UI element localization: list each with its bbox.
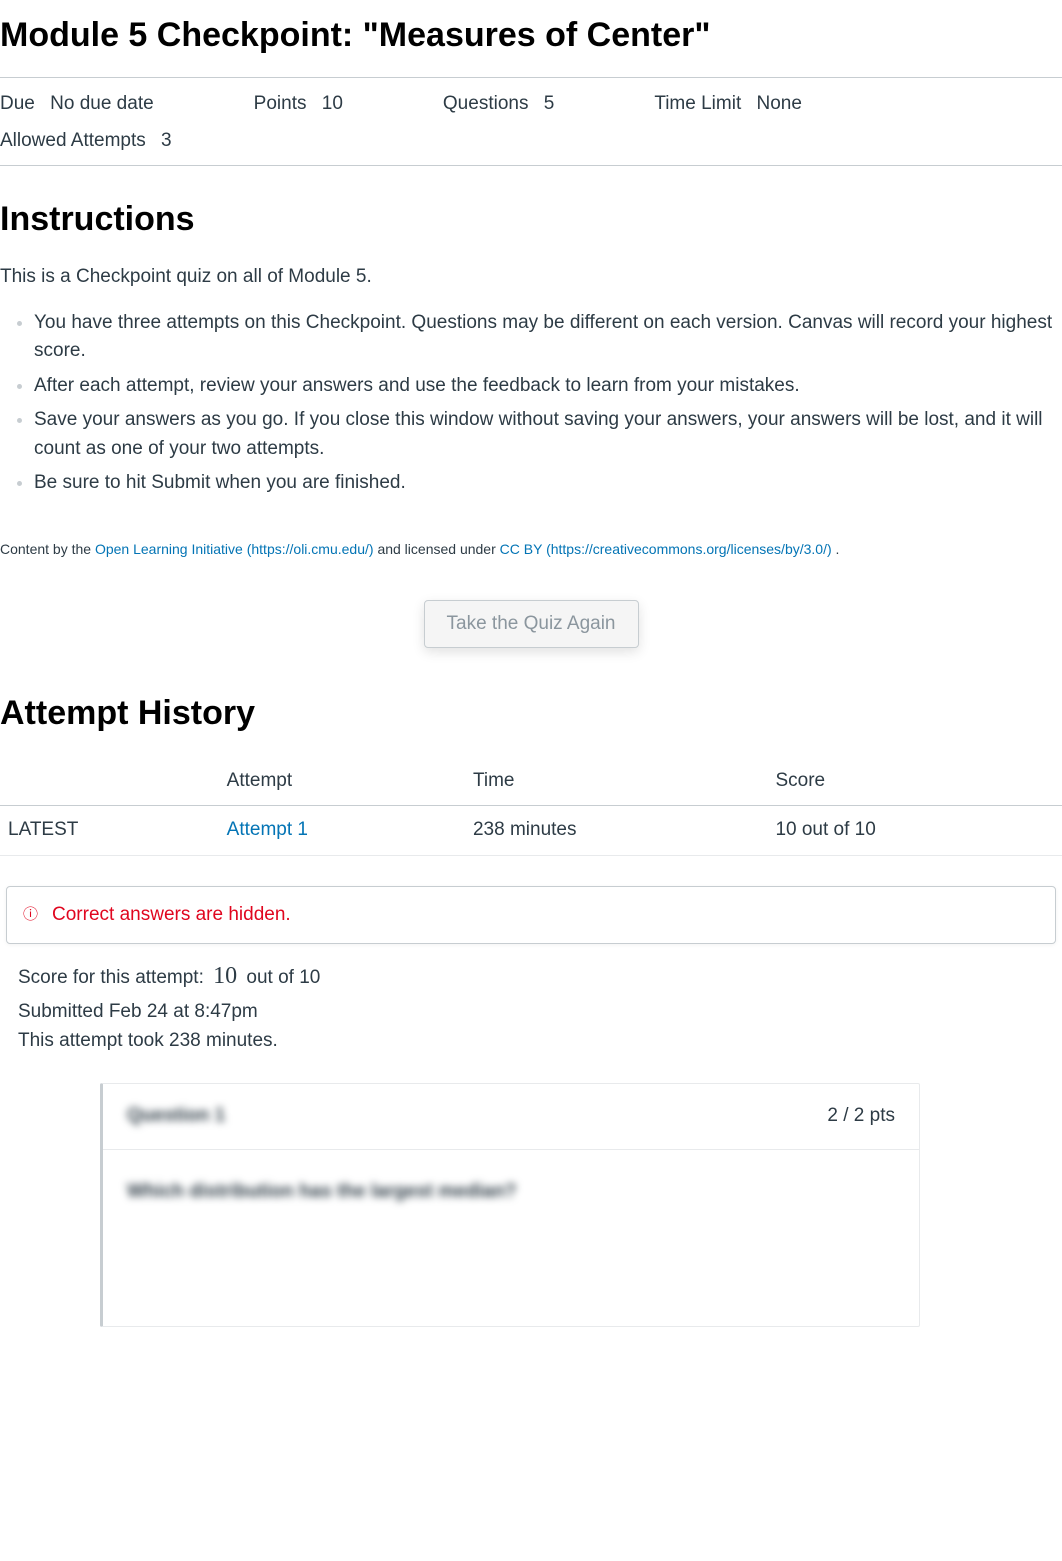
meta-row-2: Allowed Attempts 3 (0, 123, 1062, 160)
attrib-mid: and licensed under (377, 541, 495, 557)
instructions-heading: Instructions (0, 194, 1062, 245)
score-line: Score for this attempt: 10 out of 10 (18, 958, 1062, 994)
col-blank (0, 757, 219, 806)
attrib-prefix: Content by the (0, 541, 91, 557)
due-value: No due date (50, 93, 154, 114)
attempt-history-heading: Attempt History (0, 688, 1062, 739)
col-attempt: Attempt (219, 757, 465, 806)
instruction-item: Save your answers as you go. If you clos… (34, 403, 1062, 466)
col-score: Score (767, 757, 1062, 806)
question-body: Which distribution has the largest media… (103, 1150, 919, 1327)
divider-top (0, 77, 1062, 78)
meta-row-1: Due No due date Points 10 Questions 5 Ti… (0, 86, 1062, 123)
attempt-score: 10 out of 10 (767, 806, 1062, 856)
meta-questions: Questions 5 (443, 90, 554, 119)
questions-value: 5 (544, 93, 555, 114)
score-suffix: out of 10 (246, 967, 320, 988)
cc-url: (https://creativecommons.org/licenses/by… (546, 541, 832, 557)
question-stem: Which distribution has the largest media… (127, 1181, 517, 1202)
oli-url: (https://oli.cmu.edu/) (247, 541, 374, 557)
points-value: 10 (322, 93, 343, 114)
attrib-suffix: . (836, 541, 840, 557)
attempts-value: 3 (161, 130, 172, 151)
points-label: Points (254, 93, 307, 114)
instructions-intro: This is a Checkpoint quiz on all of Modu… (0, 263, 1062, 292)
meta-due: Due No due date (0, 90, 154, 119)
instructions-list: You have three attempts on this Checkpoi… (0, 306, 1062, 501)
attempts-label: Allowed Attempts (0, 130, 146, 151)
duration-line: This attempt took 238 minutes. (18, 1027, 1062, 1056)
attempt-link[interactable]: Attempt 1 (227, 819, 308, 840)
alert-text: Correct answers are hidden. (52, 901, 291, 930)
page-title: Module 5 Checkpoint: "Measures of Center… (0, 10, 1062, 61)
info-icon: ⓘ (23, 904, 38, 927)
hidden-answers-alert: ⓘ Correct answers are hidden. (6, 886, 1056, 945)
instruction-item: Be sure to hit Submit when you are finis… (34, 466, 1062, 501)
time-limit-label: Time Limit (654, 93, 741, 114)
meta-attempts: Allowed Attempts 3 (0, 127, 172, 156)
latest-label: LATEST (0, 806, 219, 856)
col-time: Time (465, 757, 767, 806)
meta-points: Points 10 (254, 90, 343, 119)
question-title: Question 1 (127, 1102, 225, 1131)
meta-time-limit: Time Limit None (654, 90, 802, 119)
oli-link[interactable]: Open Learning Initiative (95, 541, 243, 557)
divider-bottom (0, 165, 1062, 166)
instruction-item: You have three attempts on this Checkpoi… (34, 306, 1062, 369)
take-quiz-again-button[interactable]: Take the Quiz Again (424, 600, 639, 648)
score-label: Score for this attempt: (18, 967, 204, 988)
question-header: Question 1 2 / 2 pts (103, 1084, 919, 1150)
cc-link[interactable]: CC BY (500, 541, 543, 557)
attribution-line: Content by the Open Learning Initiative … (0, 539, 1062, 560)
time-limit-value: None (757, 93, 802, 114)
questions-label: Questions (443, 93, 529, 114)
attempt-history-table: Attempt Time Score LATEST Attempt 1 238 … (0, 757, 1062, 856)
instruction-item: After each attempt, review your answers … (34, 369, 1062, 404)
submitted-line: Submitted Feb 24 at 8:47pm (18, 998, 1062, 1027)
due-label: Due (0, 93, 35, 114)
table-row: LATEST Attempt 1 238 minutes 10 out of 1… (0, 806, 1062, 856)
attempt-time: 238 minutes (465, 806, 767, 856)
question-points: 2 / 2 pts (827, 1102, 895, 1131)
table-header-row: Attempt Time Score (0, 757, 1062, 806)
score-value: 10 (213, 963, 237, 989)
question-card: Question 1 2 / 2 pts Which distribution … (100, 1083, 920, 1327)
